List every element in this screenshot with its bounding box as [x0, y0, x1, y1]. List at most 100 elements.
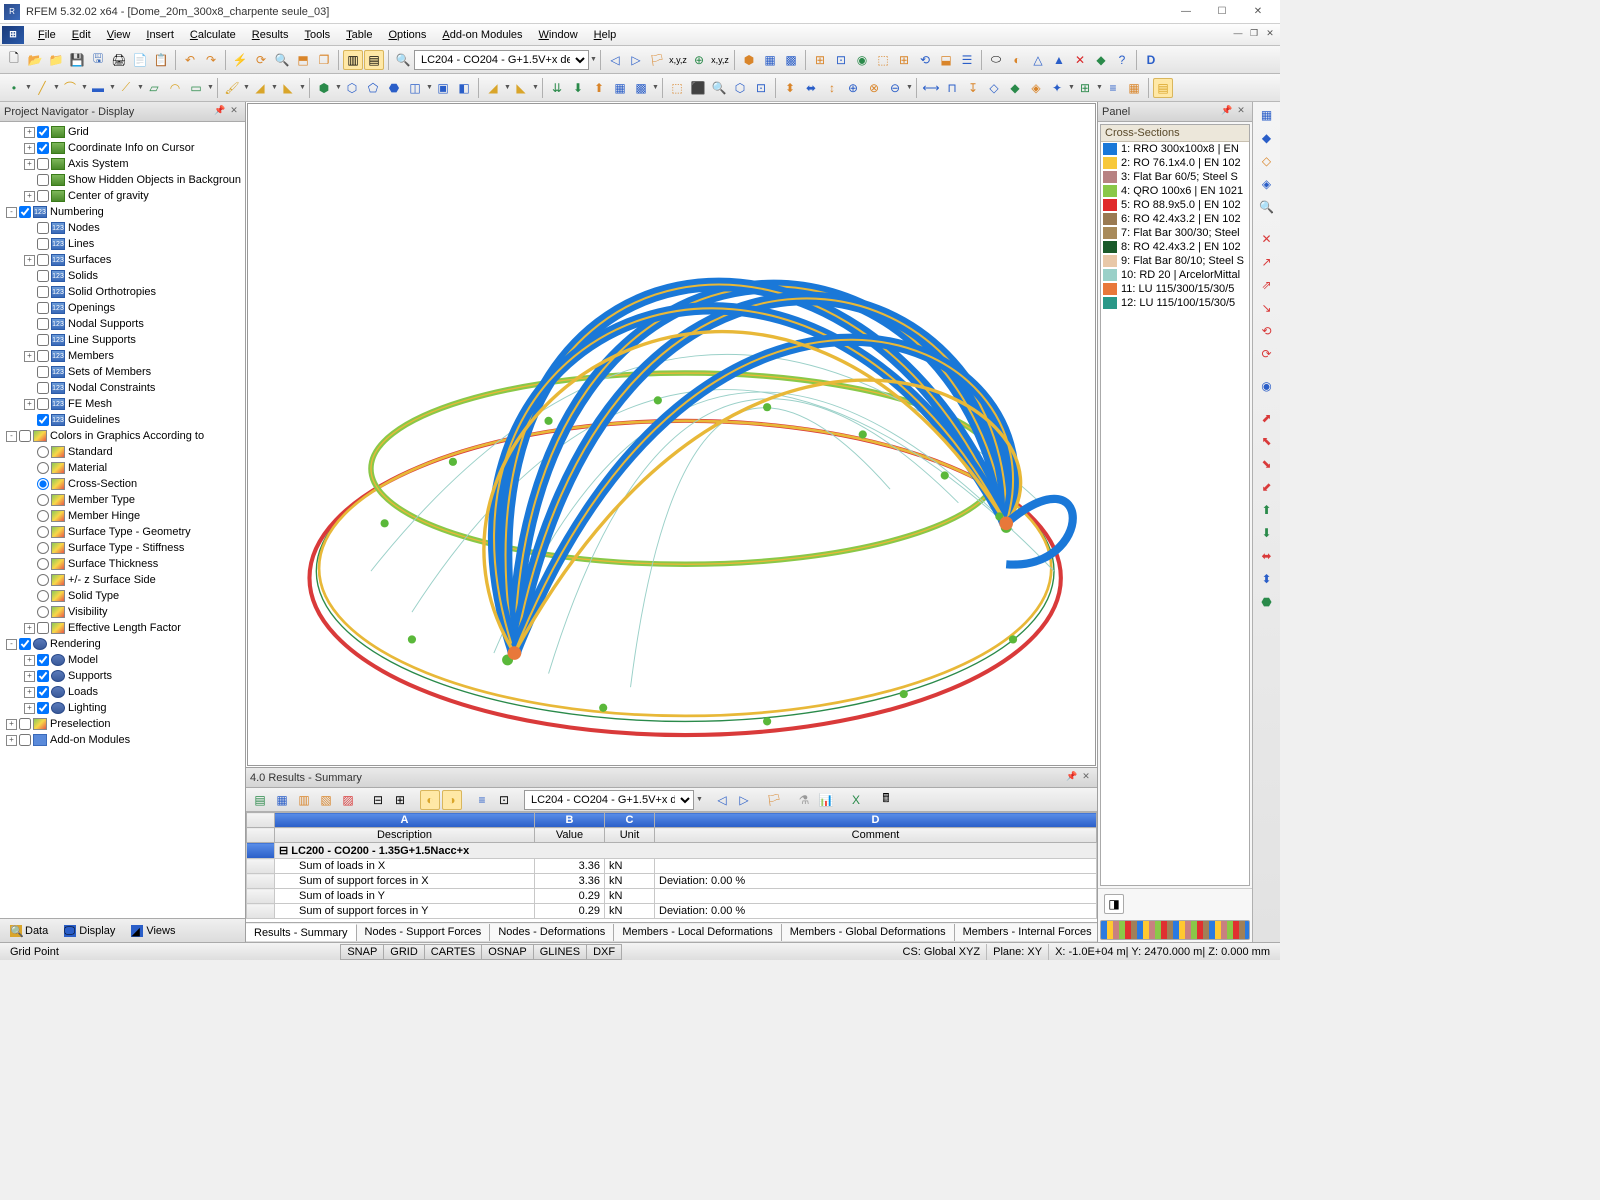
frame-2-icon[interactable]: ⊞	[894, 50, 914, 70]
menu-view[interactable]: View	[99, 26, 139, 44]
cs-item[interactable]: 1: RRO 300x100x8 | EN	[1101, 142, 1249, 156]
save-as-icon[interactable]: 🖫	[88, 50, 108, 70]
tree-solid-orthotropies[interactable]: 123Solid Orthotropies	[0, 284, 245, 300]
member-icon[interactable]: ▬	[88, 78, 108, 98]
tool-d-icon[interactable]: ▲	[1049, 50, 1069, 70]
brush-icon[interactable]: 🖌	[222, 78, 242, 98]
tree-preselection[interactable]: +Preselection	[0, 716, 245, 732]
rs-10-icon[interactable]: ⟲	[1256, 320, 1278, 342]
tree--z-surface-side[interactable]: +/- z Surface Side	[0, 572, 245, 588]
adj-5-icon[interactable]: ⊗	[864, 78, 884, 98]
sel-1-icon[interactable]: ⬚	[667, 78, 687, 98]
rt-filter-icon[interactable]: ⚗	[794, 790, 814, 810]
menu-results[interactable]: Results	[244, 26, 297, 44]
tree-surface-type-geometry[interactable]: Surface Type - Geometry	[0, 524, 245, 540]
status-grid[interactable]: GRID	[383, 944, 425, 960]
mdi-minimize-icon[interactable]: —	[1231, 28, 1245, 42]
tree-coordinate-info-on-cursor[interactable]: +Coordinate Info on Cursor	[0, 140, 245, 156]
snap-1-icon[interactable]: ⊕	[689, 50, 709, 70]
loadcase-icon[interactable]: 🔍	[393, 50, 413, 70]
menu-tools[interactable]: Tools	[296, 26, 338, 44]
rt-excel-icon[interactable]: X	[846, 790, 866, 810]
results-tab[interactable]: Members - Global Deformations	[782, 924, 955, 941]
menu-calculate[interactable]: Calculate	[182, 26, 244, 44]
grid-2-icon[interactable]: ⊡	[831, 50, 851, 70]
sup-1-icon[interactable]: ◢	[483, 78, 503, 98]
cs-item[interactable]: 3: Flat Bar 60/5; Steel S	[1101, 170, 1249, 184]
results-tab[interactable]: Results - Summary	[246, 924, 357, 941]
dim-3-icon[interactable]: ↧	[963, 78, 983, 98]
dim-1-icon[interactable]: ⟷	[921, 78, 941, 98]
rt-chart-icon[interactable]: 📊	[816, 790, 836, 810]
clipboard-icon[interactable]: 📋	[151, 50, 171, 70]
rt-11-icon[interactable]: ⊡	[494, 790, 514, 810]
tree-nodes[interactable]: 123Nodes	[0, 220, 245, 236]
menu-table[interactable]: Table	[338, 26, 380, 44]
window-icon[interactable]: ❐	[314, 50, 334, 70]
dim-8-icon[interactable]: ⊞	[1075, 78, 1095, 98]
rs-7-icon[interactable]: ↗	[1256, 251, 1278, 273]
dim-7-icon[interactable]: ✦	[1047, 78, 1067, 98]
mdi-restore-icon[interactable]: ❐	[1247, 28, 1261, 42]
rt-next-icon[interactable]: ▷	[734, 790, 754, 810]
line-icon[interactable]: ╱	[32, 78, 52, 98]
render-3-icon[interactable]: ▩	[781, 50, 801, 70]
redo-icon[interactable]: ↷	[201, 50, 221, 70]
tree-loads[interactable]: +Loads	[0, 684, 245, 700]
tree-fe-mesh[interactable]: +123FE Mesh	[0, 396, 245, 412]
tree-effective-length-factor[interactable]: +Effective Length Factor	[0, 620, 245, 636]
menu-insert[interactable]: Insert	[138, 26, 182, 44]
cube-1-icon[interactable]: ⬢	[314, 78, 334, 98]
mode-icon[interactable]: ▤	[1153, 78, 1173, 98]
sup-2-icon[interactable]: ◣	[511, 78, 531, 98]
rt-6-icon[interactable]: ⊟	[368, 790, 388, 810]
tree-nodal-supports[interactable]: 123Nodal Supports	[0, 316, 245, 332]
rt-prev-icon[interactable]: ◁	[712, 790, 732, 810]
tree-solids[interactable]: 123Solids	[0, 268, 245, 284]
tree-openings[interactable]: 123Openings	[0, 300, 245, 316]
dim-10-icon[interactable]: ▦	[1124, 78, 1144, 98]
cs-item[interactable]: 6: RO 42.4x3.2 | EN 102	[1101, 212, 1249, 226]
tree-sets-of-members[interactable]: 123Sets of Members	[0, 364, 245, 380]
adj-3-icon[interactable]: ↕	[822, 78, 842, 98]
menu-file[interactable]: File	[30, 26, 64, 44]
menu-window[interactable]: Window	[531, 26, 586, 44]
rt-1-icon[interactable]: ▤	[250, 790, 270, 810]
results-pin-icon[interactable]: 📌	[1065, 771, 1079, 785]
tab-data[interactable]: 🔍Data	[4, 923, 54, 939]
status-dxf[interactable]: DXF	[586, 944, 622, 960]
status-cartes[interactable]: CARTES	[424, 944, 482, 960]
sel-2-icon[interactable]: ⬛	[688, 78, 708, 98]
prev-lc-icon[interactable]: ◁	[605, 50, 625, 70]
tool-e-icon[interactable]: ✕	[1070, 50, 1090, 70]
tree-model[interactable]: +Model	[0, 652, 245, 668]
tree-solid-type[interactable]: Solid Type	[0, 588, 245, 604]
adj-2-icon[interactable]: ⬌	[801, 78, 821, 98]
tree-member-hinge[interactable]: Member Hinge	[0, 508, 245, 524]
frame-3-icon[interactable]: ⬓	[936, 50, 956, 70]
report-icon[interactable]: 📄	[130, 50, 150, 70]
rs-8-icon[interactable]: ⇗	[1256, 274, 1278, 296]
rt-4-icon[interactable]: ▧	[316, 790, 336, 810]
persp-5-icon[interactable]: ◧	[454, 78, 474, 98]
persp-4-icon[interactable]: ▣	[433, 78, 453, 98]
results-tab[interactable]: Members - Local Deformations	[614, 924, 781, 941]
frame-1-icon[interactable]: ⬚	[873, 50, 893, 70]
dim-4-icon[interactable]: ◇	[984, 78, 1004, 98]
rt-2-icon[interactable]: ▦	[272, 790, 292, 810]
cs-item[interactable]: 5: RO 88.9x5.0 | EN 102	[1101, 198, 1249, 212]
menu-add-on-modules[interactable]: Add-on Modules	[434, 26, 530, 44]
tool2-b-icon[interactable]: ◣	[278, 78, 298, 98]
rs-15-icon[interactable]: ⬊	[1256, 453, 1278, 475]
rs-1-icon[interactable]: ▦	[1256, 104, 1278, 126]
next-lc-icon[interactable]: ▷	[626, 50, 646, 70]
rs-12-icon[interactable]: ◉	[1256, 375, 1278, 397]
rs-2-icon[interactable]: ◆	[1256, 127, 1278, 149]
pin-icon[interactable]: 📌	[213, 105, 227, 119]
open-icon[interactable]: 📂	[25, 50, 45, 70]
rs-21-icon[interactable]: ⬣	[1256, 591, 1278, 613]
status-osnap[interactable]: OSNAP	[481, 944, 534, 960]
status-glines[interactable]: GLINES	[533, 944, 587, 960]
polyline-icon[interactable]: ⟋	[116, 78, 136, 98]
tree-lines[interactable]: 123Lines	[0, 236, 245, 252]
